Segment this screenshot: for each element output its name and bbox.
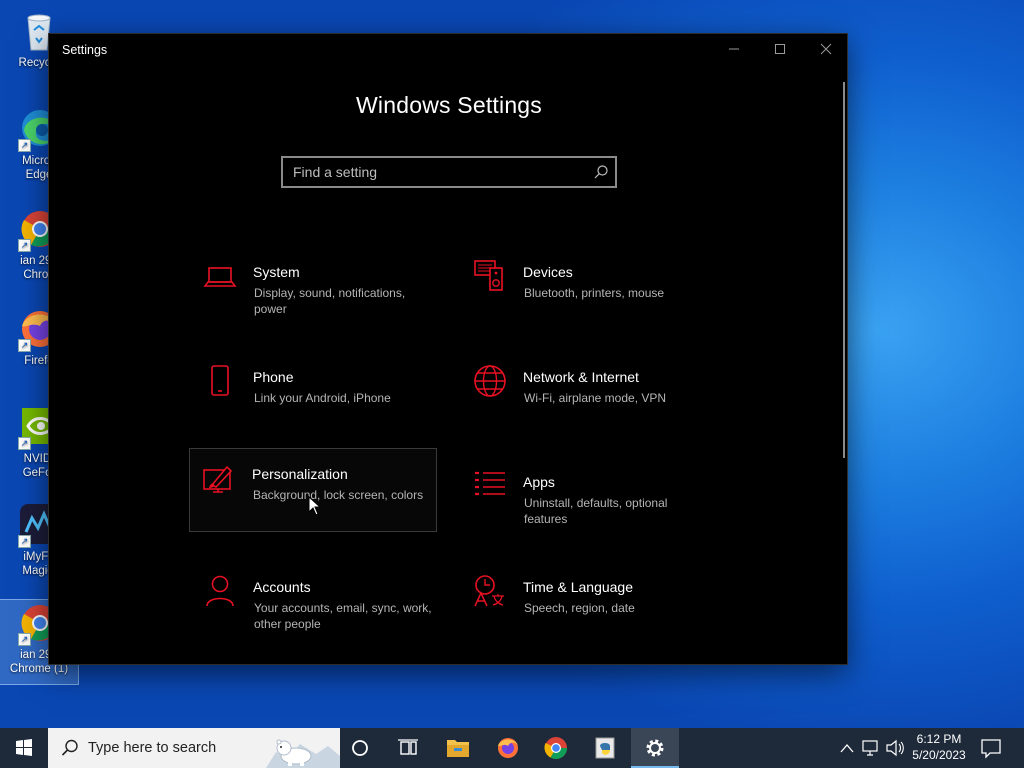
tile-description: Speech, region, date xyxy=(524,601,635,615)
clock-date: 5/20/2023 xyxy=(912,748,966,762)
search-placeholder: Find a setting xyxy=(293,164,378,180)
close-icon xyxy=(820,43,832,55)
tile-personalization[interactable]: Personalization Background, lock screen,… xyxy=(189,448,437,532)
taskbar: Type here to search 6:12 PM 5/20/2023 xyxy=(0,728,1024,768)
firefox-taskbar-button[interactable] xyxy=(484,728,532,768)
tile-title: System xyxy=(253,264,300,280)
tile-description: Your accounts, email, sync, work, other … xyxy=(254,601,432,631)
python-taskbar-button[interactable] xyxy=(582,728,630,768)
polar-bear-search-highlight-icon xyxy=(266,728,340,768)
mouse-cursor-icon xyxy=(308,495,322,516)
speaker-icon xyxy=(886,739,904,757)
tile-devices[interactable]: Devices Bluetooth, printers, mouse xyxy=(460,250,708,334)
task-view-button[interactable] xyxy=(384,728,432,768)
settings-taskbar-button[interactable] xyxy=(631,728,679,768)
settings-window: Settings Windows Settings Find a setting… xyxy=(48,33,848,665)
tile-title: Time & Language xyxy=(523,579,633,595)
shortcut-arrow-icon: ↗ xyxy=(18,633,31,646)
search-icon[interactable] xyxy=(593,164,609,180)
tile-title: Network & Internet xyxy=(523,369,639,385)
devices-icon xyxy=(472,258,508,294)
maximize-button[interactable] xyxy=(757,34,803,66)
tile-system[interactable]: System Display, sound, notifications, po… xyxy=(190,250,438,334)
taskbar-search-placeholder: Type here to search xyxy=(88,740,217,756)
chrome-taskbar-button[interactable] xyxy=(532,728,580,768)
network-status-button[interactable] xyxy=(860,728,882,768)
network-icon xyxy=(862,740,878,756)
tile-title: Personalization xyxy=(252,466,348,482)
settings-search-input[interactable]: Find a setting xyxy=(281,156,617,188)
apps-list-icon xyxy=(472,468,508,504)
tile-title: Devices xyxy=(523,264,573,280)
tile-description: Link your Android, iPhone xyxy=(254,391,391,405)
page-title: Windows Settings xyxy=(356,92,542,118)
file-explorer-button[interactable] xyxy=(434,728,482,768)
tile-time-language[interactable]: Time & Language Speech, region, date xyxy=(460,565,708,649)
phone-icon xyxy=(202,363,238,399)
show-hidden-icons-button[interactable] xyxy=(838,728,856,768)
close-button[interactable] xyxy=(803,34,849,66)
time-language-icon xyxy=(472,573,508,609)
volume-button[interactable] xyxy=(884,728,906,768)
cortana-button[interactable] xyxy=(336,728,384,768)
minimize-icon xyxy=(729,48,739,50)
tile-description: Wi-Fi, airplane mode, VPN xyxy=(524,391,667,405)
tile-phone[interactable]: Phone Link your Android, iPhone xyxy=(190,355,438,439)
chrome-icon xyxy=(544,737,567,759)
maximize-icon xyxy=(775,44,785,54)
shortcut-arrow-icon: ↗ xyxy=(18,535,31,548)
task-view-icon xyxy=(398,739,418,755)
start-button[interactable] xyxy=(0,728,48,768)
tile-title: Apps xyxy=(523,474,555,490)
person-icon xyxy=(202,573,238,609)
cortana-icon xyxy=(352,740,368,756)
tile-description: Bluetooth, printers, mouse xyxy=(524,286,665,300)
personalization-icon xyxy=(201,463,237,499)
laptop-icon xyxy=(202,258,238,294)
globe-icon xyxy=(472,363,508,399)
tile-description: Display, sound, notifications, power xyxy=(254,286,406,316)
taskbar-clock[interactable]: 6:12 PM 5/20/2023 xyxy=(906,731,972,763)
search-icon xyxy=(60,738,80,758)
shortcut-arrow-icon: ↗ xyxy=(18,437,31,450)
tile-apps[interactable]: Apps Uninstall, defaults, optional featu… xyxy=(460,460,708,544)
settings-icon xyxy=(646,739,664,757)
tile-description: Uninstall, defaults, optional features xyxy=(524,496,668,526)
tile-title: Phone xyxy=(253,369,294,385)
action-center-button[interactable] xyxy=(978,728,1004,768)
python-icon xyxy=(595,737,615,759)
scrollbar[interactable] xyxy=(843,82,845,458)
file-explorer-icon xyxy=(447,740,469,757)
tile-accounts[interactable]: Accounts Your accounts, email, sync, wor… xyxy=(190,565,438,649)
window-title: Settings xyxy=(62,43,108,57)
notification-icon xyxy=(981,739,1001,759)
shortcut-arrow-icon: ↗ xyxy=(18,339,31,352)
clock-time: 6:12 PM xyxy=(916,732,962,746)
shortcut-arrow-icon: ↗ xyxy=(18,139,31,152)
taskbar-search-box[interactable]: Type here to search xyxy=(48,728,340,768)
firefox-icon xyxy=(498,738,518,758)
tile-description: Background, lock screen, colors xyxy=(253,488,424,502)
tile-network-internet[interactable]: Network & Internet Wi-Fi, airplane mode,… xyxy=(460,355,708,439)
chevron-up-icon xyxy=(840,744,854,753)
title-bar[interactable]: Settings xyxy=(49,34,847,66)
windows-logo-icon xyxy=(16,739,32,756)
minimize-button[interactable] xyxy=(711,34,757,66)
tile-title: Accounts xyxy=(253,579,311,595)
shortcut-arrow-icon: ↗ xyxy=(18,239,31,252)
